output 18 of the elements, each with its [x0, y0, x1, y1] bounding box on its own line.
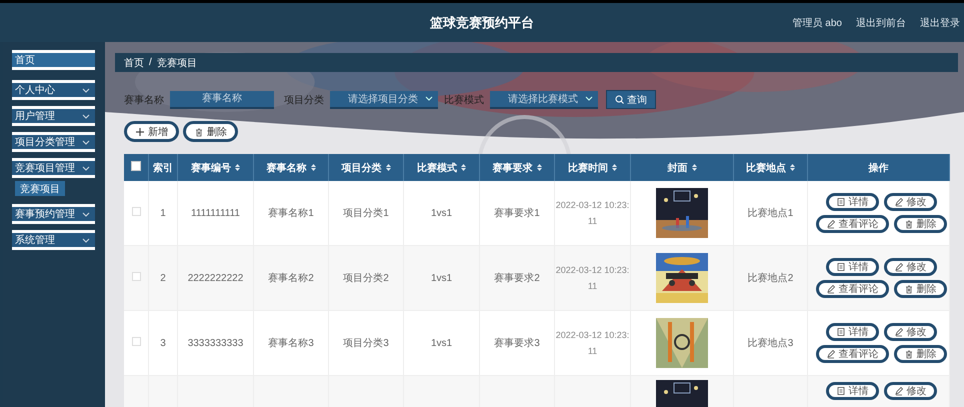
sidebar-item[interactable]: 用户管理: [12, 106, 95, 126]
sidebar-item[interactable]: 首页: [12, 50, 95, 70]
chevron-icon: [82, 114, 90, 118]
sidebar-item[interactable]: 竞赛项目管理: [12, 158, 95, 178]
chevron-icon: [82, 166, 90, 170]
sidebar-item[interactable]: 系统管理: [12, 230, 95, 250]
header-link[interactable]: 退出登录: [920, 16, 960, 30]
sidebar-subitem[interactable]: 竞赛项目: [15, 181, 65, 196]
sidebar-item[interactable]: 项目分类管理: [12, 132, 95, 152]
chevron-icon: [82, 88, 90, 92]
sidebar-item[interactable]: 赛事预约管理: [12, 204, 95, 224]
chevron-icon: [82, 238, 90, 242]
chevron-icon: [82, 212, 90, 216]
sidebar-item[interactable]: 个人中心: [12, 80, 95, 100]
header-link[interactable]: 退出到前台: [856, 16, 906, 30]
chevron-icon: [82, 140, 90, 144]
app-title: 篮球竞赛预约平台: [430, 14, 534, 32]
header-link[interactable]: 管理员 abo: [792, 16, 842, 30]
